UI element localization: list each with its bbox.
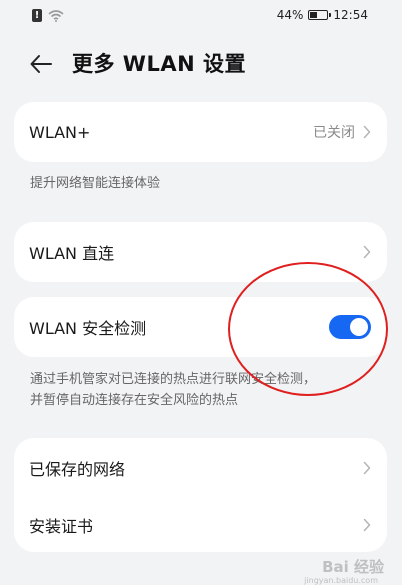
chevron-right-icon	[363, 245, 371, 259]
wlan-plus-status: 已关闭	[313, 125, 355, 141]
network-settings-card: 已保存的网络 安装证书	[14, 438, 387, 552]
wlan-security-label: WLAN 安全检测	[29, 319, 147, 338]
wlan-security-toggle[interactable]	[329, 315, 371, 339]
toggle-knob	[350, 318, 368, 336]
clock: 12:54	[333, 8, 368, 22]
install-certificate-label: 安装证书	[29, 517, 94, 536]
wifi-icon	[48, 9, 64, 22]
chevron-right-icon	[363, 461, 371, 475]
saved-networks-label: 已保存的网络	[29, 460, 126, 479]
status-bar: ! 44% 12:54	[0, 0, 402, 34]
watermark-logo: Bai 经验	[322, 558, 384, 576]
chevron-right-icon	[363, 125, 371, 139]
page-header: 更多 WLAN 设置	[0, 46, 402, 82]
wlan-security-row: WLAN 安全检测	[14, 297, 387, 357]
wlan-direct-card: WLAN 直连	[14, 222, 387, 282]
watermark-url: jingyan.baidu.com	[304, 576, 378, 585]
back-button[interactable]	[26, 49, 56, 79]
install-certificate-row[interactable]: 安装证书	[14, 498, 387, 552]
status-icons-right: 44% 12:54	[277, 8, 368, 22]
wlan-plus-label: WLAN+	[29, 122, 91, 142]
wlan-plus-row[interactable]: WLAN+ 已关闭	[14, 102, 387, 162]
arrow-left-icon	[30, 55, 52, 73]
wlan-direct-label: WLAN 直连	[29, 244, 115, 263]
saved-networks-row[interactable]: 已保存的网络	[14, 438, 387, 498]
wlan-security-hint-line2: 并暂停自动连接存在安全风险的热点	[30, 393, 239, 408]
chevron-right-icon	[363, 518, 371, 532]
battery-icon	[308, 10, 332, 20]
wlan-direct-row[interactable]: WLAN 直连	[14, 222, 387, 282]
battery-percent: 44%	[276, 8, 304, 22]
wlan-security-hint: 通过手机管家对已连接的热点进行联网安全检测， 并暂停自动连接存在安全风险的热点	[30, 369, 375, 411]
wlan-plus-card: WLAN+ 已关闭	[14, 102, 387, 162]
wlan-security-card: WLAN 安全检测	[14, 297, 387, 357]
status-icons-left: !	[32, 9, 64, 22]
wlan-security-hint-line1: 通过手机管家对已连接的热点进行联网安全检测，	[30, 372, 317, 387]
battery-level-fill	[310, 12, 317, 18]
page-title: 更多 WLAN 设置	[72, 52, 246, 76]
wlan-plus-hint: 提升网络智能连接体验	[30, 176, 161, 191]
notification-alert-icon: !	[32, 9, 42, 22]
